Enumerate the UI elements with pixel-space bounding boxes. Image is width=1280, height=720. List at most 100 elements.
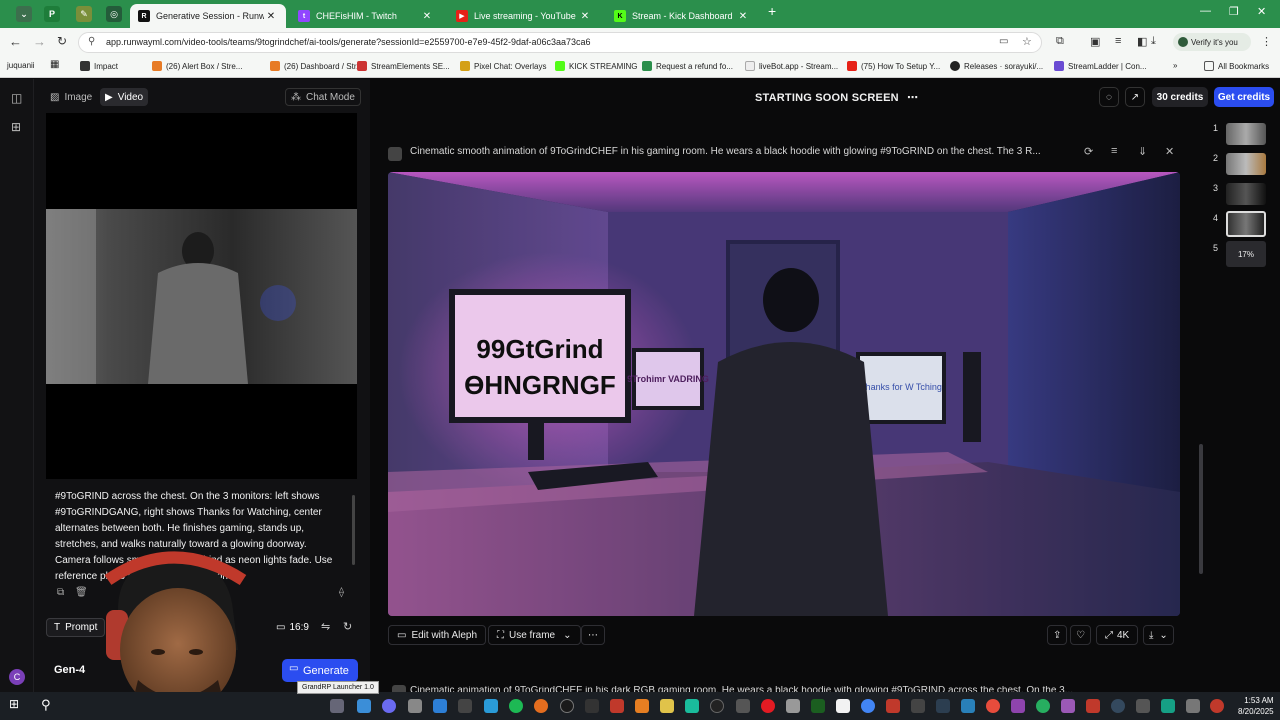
bookmark-star-icon[interactable]: ☆ — [1022, 35, 1032, 48]
avatar[interactable]: C — [9, 669, 25, 685]
app-icon[interactable] — [1011, 699, 1025, 713]
app-icon[interactable] — [911, 699, 925, 713]
app-icon[interactable] — [1136, 699, 1150, 713]
download-button[interactable]: ⤓ ⌄ — [1143, 625, 1174, 645]
results-scrollbar[interactable] — [1199, 444, 1203, 574]
layers-icon[interactable]: ⟠ — [339, 587, 344, 598]
bookmark-item[interactable]: Impact — [80, 61, 118, 71]
session-title[interactable]: STARTING SOON SCREEN ⋯ — [755, 91, 918, 104]
share-icon[interactable]: ↗ — [1125, 87, 1145, 107]
search-icon[interactable]: ⚲ — [41, 697, 55, 712]
system-clock[interactable]: 1:53 AM 8/20/2025 — [1238, 695, 1274, 717]
history-thumbnail[interactable] — [1226, 153, 1266, 175]
bookmark-item[interactable]: StreamElements SE... — [357, 61, 450, 71]
bookmark-item[interactable]: (26) Dashboard / Str... — [270, 61, 363, 71]
new-tab-button[interactable]: + — [768, 3, 776, 19]
close-icon[interactable]: ✕ — [264, 11, 278, 22]
bookmark-item[interactable]: KICK STREAMING — [555, 61, 637, 71]
tab-search-icon[interactable]: ⌄ — [16, 6, 32, 22]
bookmark-item[interactable]: (26) Alert Box / Stre... — [152, 61, 242, 71]
tab-image[interactable]: ▨ Image — [45, 88, 97, 106]
thumbs-down-icon[interactable]: ⇓ — [1138, 145, 1147, 158]
result-prompt[interactable]: Cinematic smooth animation of 9ToGrindCH… — [410, 146, 1100, 157]
app-icon[interactable] — [534, 699, 548, 713]
app-icon[interactable] — [330, 699, 344, 713]
tab-video[interactable]: ▶ Video — [100, 88, 149, 106]
edit-with-aleph-button[interactable]: ▭ Edit with Aleph — [388, 625, 487, 645]
app-icon[interactable] — [635, 699, 649, 713]
app-icon[interactable] — [1111, 699, 1125, 713]
minimize-icon[interactable]: — — [1200, 5, 1211, 17]
chat-icon[interactable]: ◌ — [1099, 87, 1119, 107]
new-session-icon[interactable]: ⊞ — [11, 120, 21, 134]
get-credits-button[interactable]: Get credits — [1214, 87, 1274, 107]
use-frame-button[interactable]: ⛶ Use frame ⌄ — [488, 625, 581, 645]
close-icon[interactable]: ✕ — [578, 11, 592, 22]
more-options-button[interactable]: ⋯ — [581, 625, 605, 645]
settings-icon[interactable]: ⇋ — [321, 620, 330, 633]
app-icon[interactable] — [1161, 699, 1175, 713]
app-icon[interactable] — [786, 699, 800, 713]
reading-list-icon[interactable]: ≡ — [1115, 35, 1121, 47]
history-thumbnail-selected[interactable] — [1226, 211, 1266, 237]
app-icon[interactable] — [433, 699, 447, 713]
bookmark-item[interactable]: Pixel Chat: Overlays — [460, 61, 546, 71]
app-icon[interactable] — [585, 699, 599, 713]
details-icon[interactable]: ≡ — [1111, 145, 1117, 157]
more-icon[interactable]: ⋯ — [907, 92, 918, 104]
reload-icon[interactable]: ↻ — [57, 34, 67, 48]
sidebar-icon[interactable]: ◧ — [1137, 35, 1147, 48]
pinned-tab-icon[interactable]: ◎ — [106, 6, 122, 22]
app-icon[interactable] — [408, 699, 422, 713]
address-bar[interactable]: ⚲ app.runwayml.com/video-tools/teams/9to… — [78, 32, 1042, 53]
pinned-tab-icon[interactable]: P — [44, 6, 60, 22]
chrome-icon[interactable] — [861, 699, 875, 713]
app-icon[interactable] — [1061, 699, 1075, 713]
forward-icon[interactable]: → — [33, 34, 46, 49]
screenshot-icon[interactable]: ▣ — [1090, 35, 1100, 48]
app-icon[interactable] — [1186, 699, 1200, 713]
site-info-icon[interactable]: ⚲ — [88, 36, 95, 47]
cast-icon[interactable]: ▭ — [999, 36, 1008, 47]
app-icon[interactable] — [811, 699, 825, 713]
history-thumbnail[interactable] — [1226, 183, 1266, 205]
generate-button[interactable]: ▭ Generate — [282, 659, 358, 682]
app-icon[interactable] — [961, 699, 975, 713]
pinned-tab-icon[interactable]: ✎ — [76, 6, 92, 22]
app-icon[interactable] — [458, 699, 472, 713]
bookmark-item[interactable]: (75) How To Setup Y... — [847, 61, 940, 71]
app-icon[interactable] — [660, 699, 674, 713]
profile-label[interactable]: juquanii — [7, 61, 35, 70]
copy-icon[interactable]: ⧉ — [57, 587, 64, 598]
obs-icon[interactable] — [710, 699, 724, 713]
refresh-icon[interactable]: ↻ — [343, 620, 352, 633]
window-close-icon[interactable]: ✕ — [1257, 5, 1266, 18]
windows-start-icon[interactable]: ⊞ — [9, 697, 23, 711]
tab-youtube[interactable]: ▶ Live streaming - YouTube Studio ✕ — [448, 4, 600, 28]
history-thumbnail[interactable] — [1226, 123, 1266, 145]
chevron-right-icon[interactable]: » — [1173, 61, 1177, 70]
app-icon[interactable] — [1086, 699, 1100, 713]
upscale-button[interactable]: ⤢ 4K — [1096, 625, 1139, 645]
amazon-icon[interactable] — [836, 699, 850, 713]
apps-icon[interactable]: ▦ — [50, 59, 59, 70]
app-icon[interactable] — [685, 699, 699, 713]
prompt-scrollbar[interactable] — [352, 495, 355, 565]
menu-icon[interactable]: ⋮ — [1261, 35, 1272, 48]
app-icon[interactable] — [484, 699, 498, 713]
heart-icon[interactable]: ♡ — [1070, 625, 1091, 645]
app-icon[interactable] — [610, 699, 624, 713]
credits-badge[interactable]: 30 credits — [1152, 87, 1208, 107]
close-icon[interactable]: ✕ — [1165, 145, 1174, 158]
close-icon[interactable]: ✕ — [420, 11, 434, 22]
app-icon[interactable] — [736, 699, 750, 713]
app-icon[interactable] — [936, 699, 950, 713]
share-icon[interactable]: ⇪ — [1047, 625, 1068, 645]
tab-runway[interactable]: R Generative Session - Runway ✕ — [130, 4, 286, 28]
app-icon[interactable] — [761, 699, 775, 713]
spotify-icon[interactable] — [509, 699, 523, 713]
reuse-icon[interactable]: ⟳ — [1084, 145, 1093, 158]
sidebar-toggle-icon[interactable]: ◫ — [11, 91, 22, 105]
restore-icon[interactable]: ❐ — [1229, 5, 1239, 18]
close-icon[interactable]: ✕ — [736, 11, 750, 22]
